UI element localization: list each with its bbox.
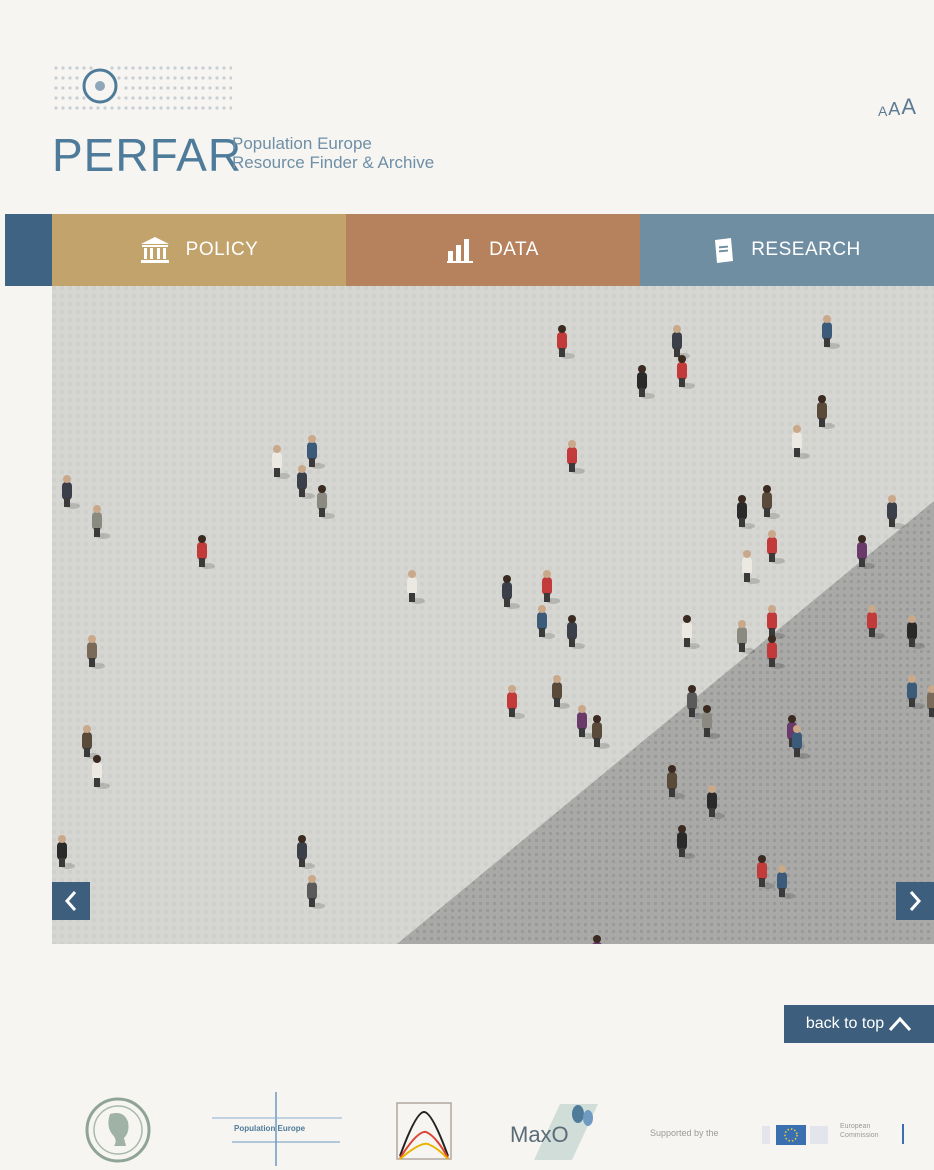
chevron-up-icon [889,1016,912,1032]
nav-item-data[interactable]: DATA [346,214,640,286]
european-commission-line2: Commission [840,1132,879,1139]
bar-chart-icon [447,237,474,263]
bank-icon [140,236,170,264]
plaza-photo [52,286,934,944]
european-commission-label: European Commission [840,1122,879,1140]
population-europe-label: Population Europe [234,1124,306,1133]
hero-slider-image [52,286,934,944]
font-size-medium[interactable]: A [888,100,900,118]
european-commission-support[interactable]: Supported by the European Commission [650,1120,910,1150]
back-to-top-label: back to top [805,1015,885,1032]
eu-flag-icon [762,1125,828,1145]
nav-item-research-label: RESEARCH [751,239,861,260]
demographic-curve-logo[interactable] [396,1102,452,1160]
nav-item-research[interactable]: RESEARCH [640,214,934,286]
maxo-logo[interactable]: MaxO [508,1104,598,1160]
logo-dots-graphic [54,66,232,110]
slider-prev-button[interactable] [52,882,90,920]
chevron-right-icon [909,891,922,911]
font-size-controls: A A A [878,96,916,119]
supported-by-label: Supported by the [650,1128,719,1138]
footer-partner-logos: Population Europe MaxO Supported by the … [0,1090,934,1170]
document-icon [713,237,735,263]
ec-accent-bar [902,1124,904,1144]
logo-subtitle-line2: Resource Finder & Archive [232,153,435,172]
nav-item-data-label: DATA [489,239,539,260]
nav-left-block [5,214,52,286]
font-size-small[interactable]: A [878,104,887,118]
logo-subtitle-line1: Population Europe [232,134,372,153]
nav-item-policy[interactable]: POLICY [52,214,346,286]
back-to-top-button[interactable]: back to top [784,1005,934,1043]
max-planck-logo[interactable] [84,1096,152,1164]
font-size-large[interactable]: A [901,96,916,118]
nav-item-policy-label: POLICY [185,239,259,260]
main-nav: POLICY DATA RESEARCH [5,214,934,286]
logo-subtitle: Population Europe Resource Finder & Arch… [232,134,434,172]
population-europe-logo[interactable]: Population Europe [212,1090,342,1166]
maxo-label: MaxO [510,1122,569,1147]
perfar-logo[interactable]: PERFAR Population Europe Resource Finder… [52,62,492,182]
slider-next-button[interactable] [896,882,934,920]
european-commission-line1: European [840,1123,871,1130]
chevron-left-icon [64,891,77,911]
logo-wordmark: PERFAR [52,129,243,181]
